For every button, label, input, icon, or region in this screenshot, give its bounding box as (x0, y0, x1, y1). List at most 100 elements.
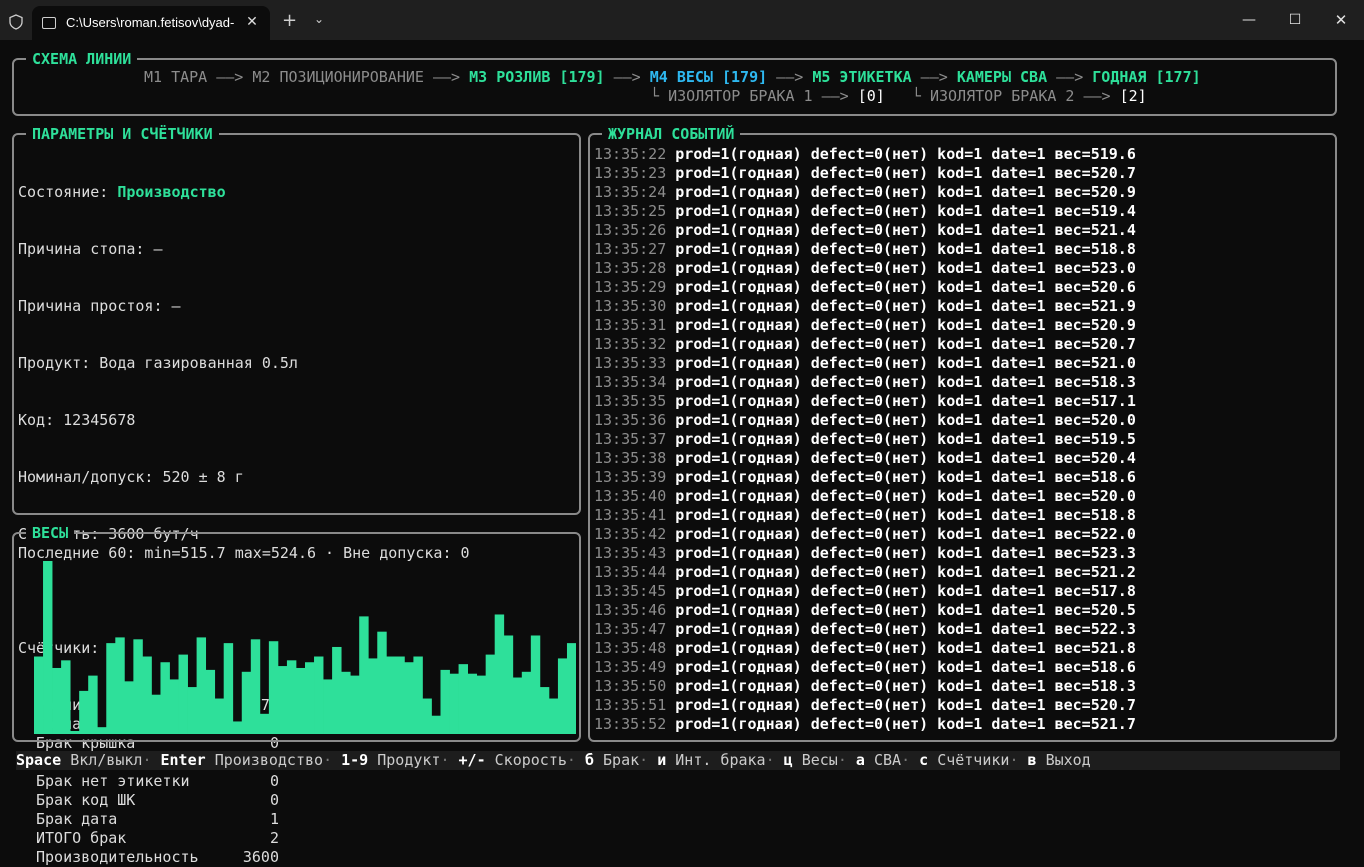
weight-bar (467, 673, 478, 734)
weight-bar (314, 656, 324, 734)
counter-name: Производительность (36, 848, 199, 866)
log-message: prod=1(годная) defect=0(нет) kod=1 date=… (666, 164, 1136, 182)
counter-value: 3600 (242, 848, 279, 866)
chevron-down-icon[interactable]: ⌄ (314, 12, 324, 26)
counter-row: Брак дата 1 (18, 810, 298, 829)
weight-bar (440, 669, 450, 734)
log-entry: 13:35:37 prod=1(годная) defect=0(нет) ko… (594, 430, 1136, 449)
new-tab-icon[interactable]: + (282, 10, 297, 31)
log-time: 13:35:35 (594, 392, 667, 410)
log-entry: 13:35:51 prod=1(годная) defect=0(нет) ko… (594, 696, 1136, 715)
log-message: prod=1(годная) defect=0(нет) kod=1 date=… (666, 563, 1136, 581)
log-message: prod=1(годная) defect=0(нет) kod=1 date=… (666, 677, 1136, 695)
weights-title: ВЕСЫ (26, 523, 75, 543)
hotkey-separator: · (142, 751, 152, 769)
log-entry: 13:35:27 prod=1(годная) defect=0(нет) ko… (594, 240, 1136, 259)
weight-bar (250, 639, 261, 734)
weight-bar (359, 616, 369, 734)
param-line: Причина простоя: — (18, 297, 181, 315)
weight-bar (61, 660, 71, 734)
log-message: prod=1(годная) defect=0(нет) kod=1 date=… (666, 354, 1136, 372)
hotkey-key[interactable]: с (919, 751, 928, 769)
isolator-count: [0] (857, 87, 885, 105)
weight-bar (404, 662, 414, 734)
log-time: 13:35:40 (594, 487, 667, 505)
hotkey-key[interactable]: в (1028, 751, 1037, 769)
hotkey-label: Брак (603, 751, 640, 769)
hotkey-label: Вкл/выкл (70, 751, 143, 769)
log-time: 13:35:49 (594, 658, 667, 676)
weights-panel: ВЕСЫ Последние 60: min=515.7 max=524.6 ·… (12, 523, 581, 742)
log-time: 13:35:39 (594, 468, 667, 486)
maximize-icon[interactable]: ☐ (1280, 8, 1310, 32)
weight-bar (494, 614, 505, 734)
log-entry: 13:35:32 prod=1(годная) defect=0(нет) ko… (594, 335, 1136, 354)
hotkey-key[interactable]: а (856, 751, 865, 769)
log-message: prod=1(годная) defect=0(нет) kod=1 date=… (666, 658, 1136, 676)
weight-bar (521, 671, 532, 734)
log-time: 13:35:33 (594, 354, 667, 372)
weights-bar-chart (34, 561, 576, 734)
log-time: 13:35:46 (594, 601, 667, 619)
hotkey-key[interactable]: 1-9 (341, 751, 368, 769)
weight-bar (566, 643, 576, 734)
flow-arrow: ——> (207, 68, 253, 86)
weight-bar (124, 681, 134, 734)
log-entry: 13:35:42 prod=1(годная) defect=0(нет) ko… (594, 525, 1136, 544)
log-time: 13:35:37 (594, 430, 667, 448)
isolator-count: [2] (1119, 87, 1147, 105)
counter-value: 2 (269, 829, 279, 847)
weight-bar (431, 715, 441, 734)
minimize-icon[interactable]: — (1234, 8, 1264, 32)
hotkey-key[interactable]: б (585, 751, 594, 769)
counter-value: 0 (269, 791, 279, 809)
flow-arrow: ——> (423, 68, 470, 86)
line-scheme-isolators: └ ИЗОЛЯТОР БРАКА 1 ——> [0] └ ИЗОЛЯТОР БР… (650, 87, 1147, 106)
weight-bar (395, 656, 405, 734)
log-message: prod=1(годная) defect=0(нет) kod=1 date=… (666, 525, 1136, 543)
terminal-tab[interactable]: C:\Users\roman.fetisov\dyad- ✕ (32, 6, 270, 40)
log-entry: 13:35:50 prod=1(годная) defect=0(нет) ko… (594, 677, 1136, 696)
log-entry: 13:35:38 prod=1(годная) defect=0(нет) ko… (594, 449, 1136, 468)
log-message: prod=1(годная) defect=0(нет) kod=1 date=… (666, 411, 1136, 429)
hotkey-label: Выход (1045, 751, 1091, 769)
hotkey-key[interactable]: ц (784, 751, 793, 769)
weight-bar (34, 656, 44, 734)
log-time: 13:35:24 (594, 183, 667, 201)
hotkey-separator: · (765, 751, 775, 769)
log-entry: 13:35:33 prod=1(годная) defect=0(нет) ko… (594, 354, 1136, 373)
log-message: prod=1(годная) defect=0(нет) kod=1 date=… (666, 259, 1136, 277)
log-time: 13:35:27 (594, 240, 667, 258)
weight-bar (422, 698, 432, 734)
weight-bar (286, 660, 297, 734)
hotkey-key[interactable]: и (657, 751, 666, 769)
event-log-panel: ЖУРНАЛ СОБЫТИЙ 13:35:22 prod=1(годная) d… (588, 124, 1337, 742)
hotkey-label: Счётчики (937, 751, 1010, 769)
close-window-icon[interactable]: ✕ (1326, 8, 1356, 32)
line-stage: M4 (649, 68, 668, 86)
log-time: 13:35:31 (594, 316, 667, 334)
log-message: prod=1(годная) defect=0(нет) kod=1 date=… (666, 221, 1136, 239)
hotkey-key[interactable]: Space (16, 751, 61, 769)
hotkey-separator: · (566, 751, 576, 769)
hotkey-key[interactable]: Enter (161, 751, 206, 769)
log-message: prod=1(годная) defect=0(нет) kod=1 date=… (666, 582, 1136, 600)
hotkey-label: Весы (801, 751, 838, 769)
hotkey-label: Производство (214, 751, 324, 769)
terminal-icon (42, 17, 56, 29)
log-entry: 13:35:35 prod=1(годная) defect=0(нет) ko… (594, 392, 1136, 411)
weight-bar (332, 646, 342, 734)
log-message: prod=1(годная) defect=0(нет) kod=1 date=… (666, 335, 1136, 353)
log-entry: 13:35:24 prod=1(годная) defect=0(нет) ko… (594, 183, 1136, 202)
log-time: 13:35:25 (594, 202, 667, 220)
weight-bar (133, 639, 143, 734)
close-tab-icon[interactable]: ✕ (242, 11, 262, 33)
param-line: Продукт: Вода газированная 0.5л (18, 354, 298, 372)
branch-connector: └ (650, 87, 669, 105)
hotkey-key[interactable]: +/- (459, 751, 486, 769)
log-entry: 13:35:31 prod=1(годная) defect=0(нет) ko… (594, 316, 1136, 335)
log-time: 13:35:51 (594, 696, 667, 714)
log-time: 13:35:23 (594, 164, 667, 182)
weight-bar (232, 721, 243, 734)
weight-bar (485, 654, 496, 734)
